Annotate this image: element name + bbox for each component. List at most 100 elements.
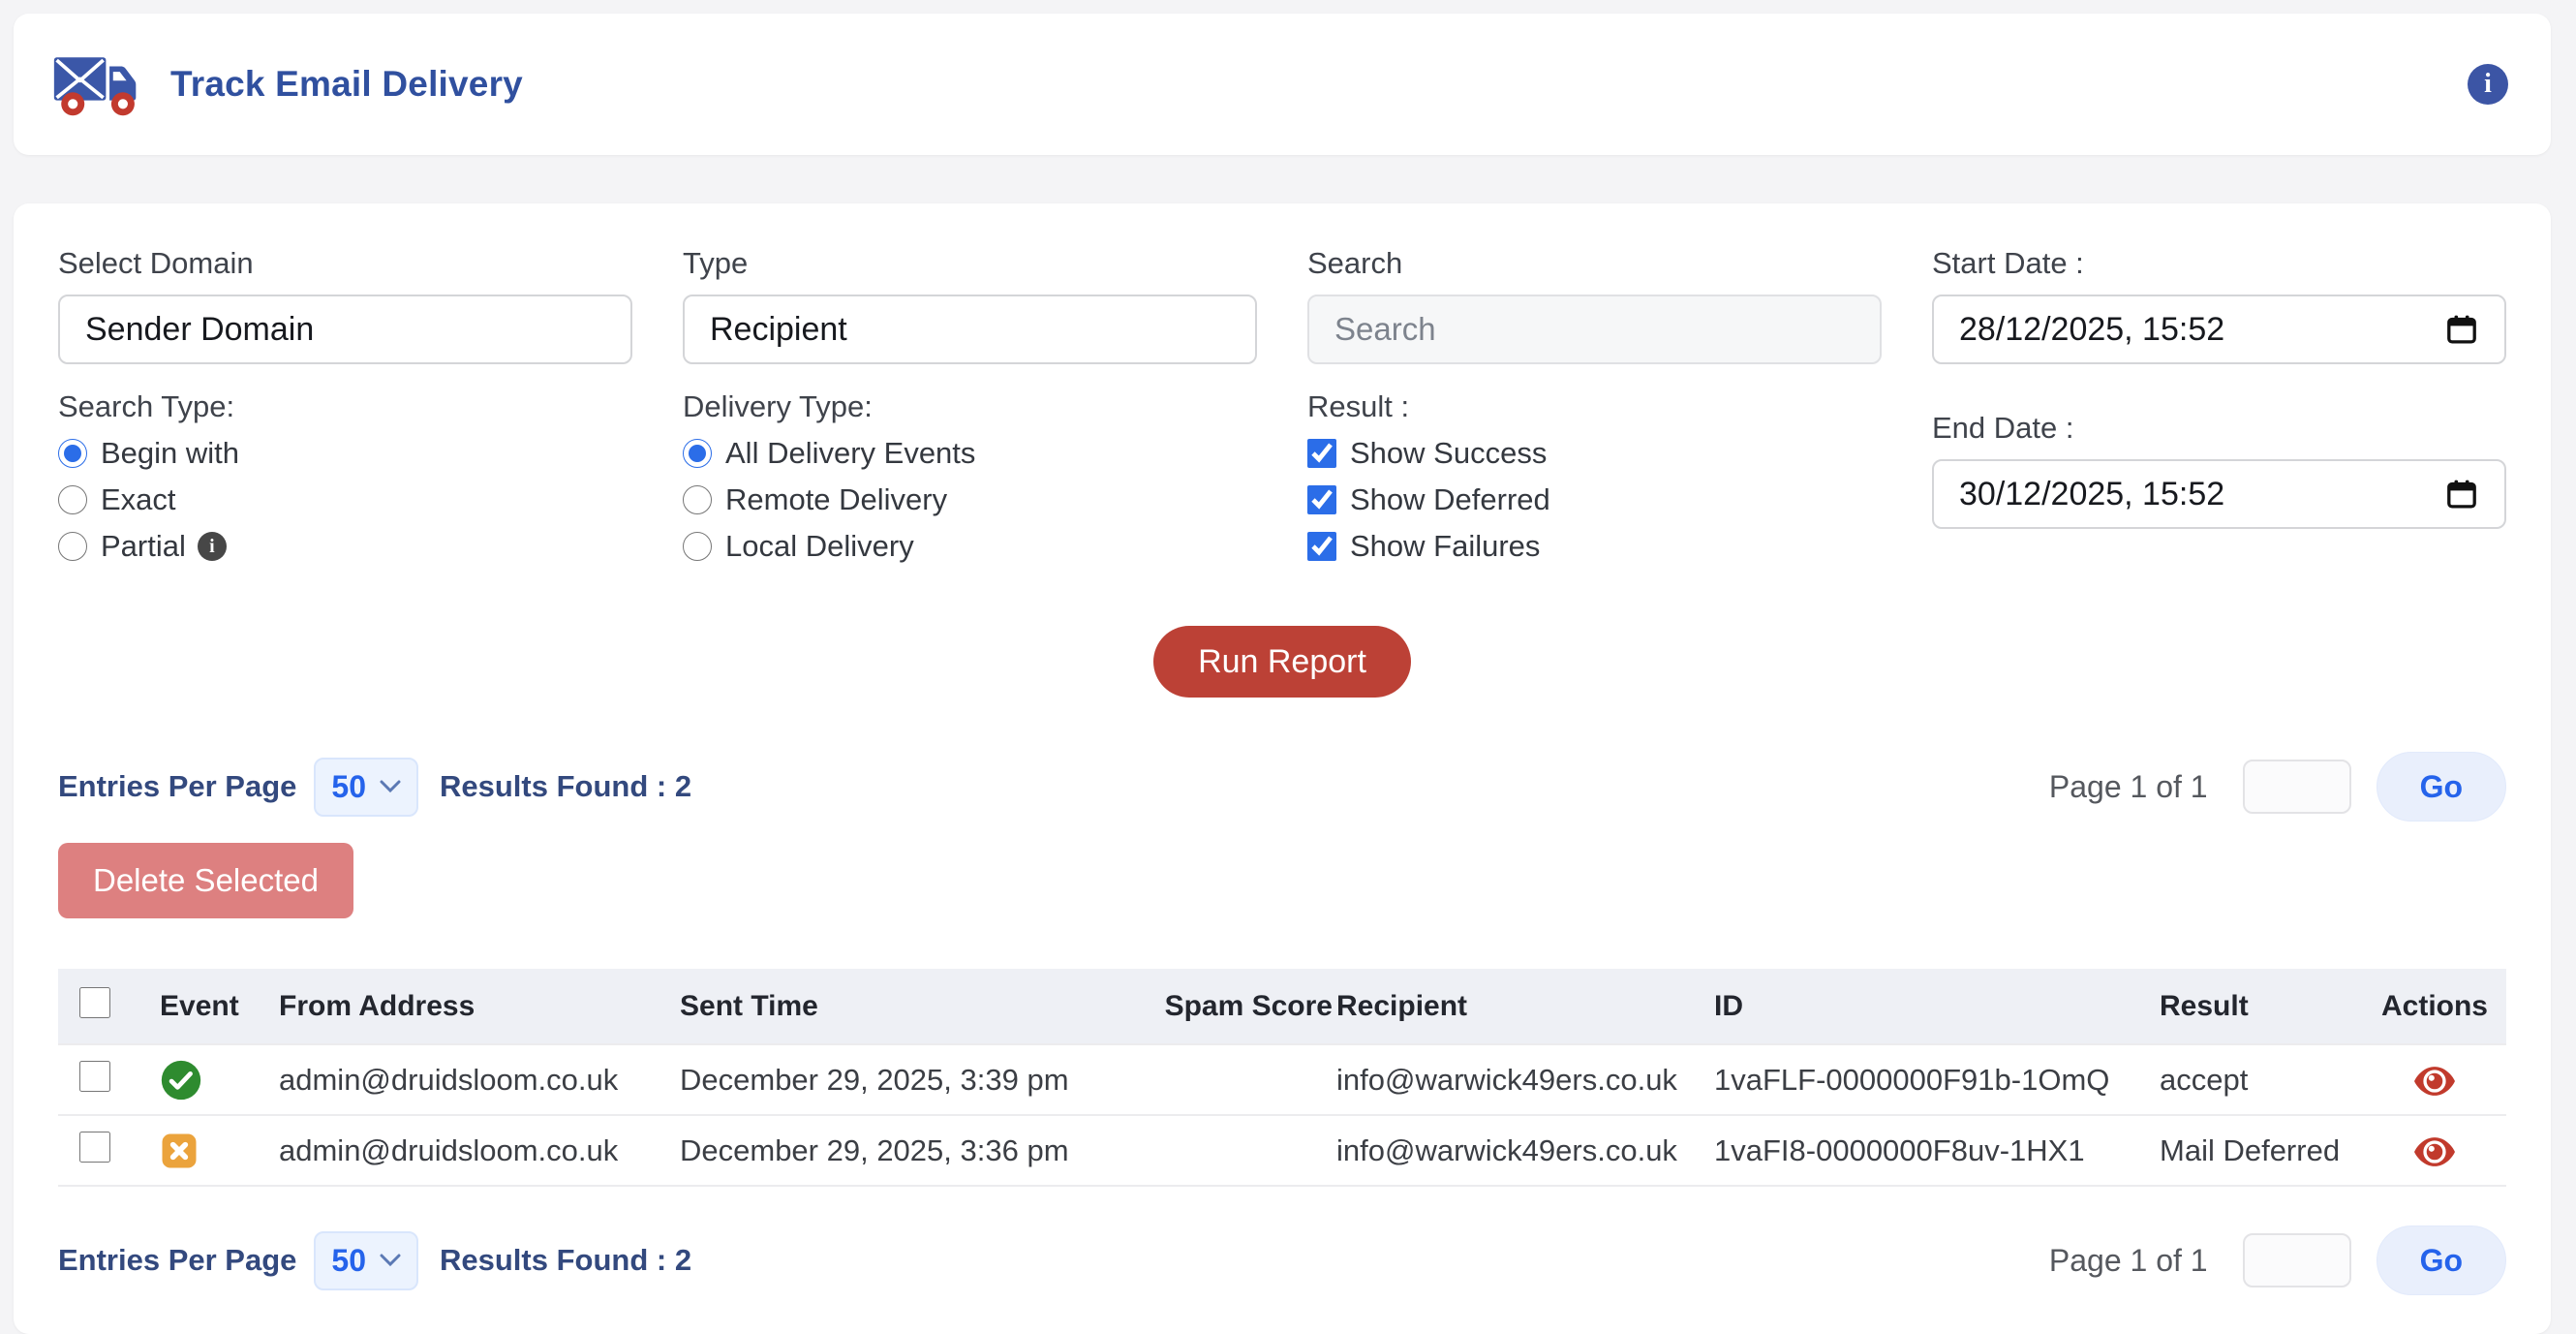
end-date-input[interactable]: 30/12/2025, 15:52 xyxy=(1932,459,2506,529)
start-date-input[interactable]: 28/12/2025, 15:52 xyxy=(1932,295,2506,364)
go-button[interactable]: Go xyxy=(2377,1225,2506,1295)
cell-sent-time: December 29, 2025, 3:39 pm xyxy=(680,1044,1114,1115)
column-header-sent-time: Sent Time xyxy=(680,969,1114,1044)
entries-per-page-label: Entries Per Page xyxy=(58,1243,296,1278)
search-field-wrap xyxy=(1307,295,1882,364)
type-select-value: Recipient xyxy=(710,311,847,349)
checkbox-show-deferred[interactable]: Show Deferred xyxy=(1307,482,1882,517)
column-header-id: ID xyxy=(1714,969,2160,1044)
delivery-type-label: Delivery Type: xyxy=(683,389,1257,424)
table-row: admin@druidsloom.co.uk December 29, 2025… xyxy=(58,1115,2506,1186)
cell-id: 1vaFI8-0000000F8uv-1HX1 xyxy=(1714,1115,2160,1186)
info-icon[interactable]: i xyxy=(2468,64,2508,105)
radio-partial[interactable]: Partial i xyxy=(58,529,632,564)
calendar-icon[interactable] xyxy=(2444,312,2479,347)
page-indicator: Page 1 of 1 xyxy=(2049,769,2208,805)
checkbox-show-failures-input[interactable] xyxy=(1307,532,1336,561)
checkbox-show-failures[interactable]: Show Failures xyxy=(1307,529,1882,564)
report-panel: Select Domain Sender Domain Search Type:… xyxy=(14,203,2551,1334)
cell-id: 1vaFLF-0000000F91b-1OmQ xyxy=(1714,1044,2160,1115)
type-group: Type Recipient Delivery Type: All Delive… xyxy=(683,246,1257,564)
entries-per-page-label: Entries Per Page xyxy=(58,769,296,804)
radio-all-delivery-events-input[interactable] xyxy=(683,439,712,468)
page-indicator: Page 1 of 1 xyxy=(2049,1243,2208,1279)
column-header-spam-score: Spam Score xyxy=(1114,969,1336,1044)
cell-spam-score xyxy=(1114,1044,1336,1115)
column-header-from-address: From Address xyxy=(279,969,680,1044)
view-details-eye-icon[interactable] xyxy=(2413,1136,2456,1167)
select-all-checkbox[interactable] xyxy=(79,987,110,1018)
entries-per-page-select[interactable]: 50 xyxy=(314,758,418,817)
toolbar-top: Entries Per Page 50 Results Found : 2 Pa… xyxy=(58,752,2506,822)
cell-from-address: admin@druidsloom.co.uk xyxy=(279,1115,680,1186)
success-check-icon xyxy=(160,1059,202,1101)
type-label: Type xyxy=(683,246,1257,281)
select-domain-label: Select Domain xyxy=(58,246,632,281)
radio-begin-with[interactable]: Begin with xyxy=(58,436,632,471)
results-found-label: Results Found : 2 xyxy=(440,769,691,804)
dates-group: Start Date : 28/12/2025, 15:52 End Date … xyxy=(1932,246,2506,564)
search-input[interactable] xyxy=(1334,311,1855,348)
radio-remote-delivery[interactable]: Remote Delivery xyxy=(683,482,1257,517)
search-group: Search Result : Show Success Show Deferr… xyxy=(1307,246,1882,564)
go-button[interactable]: Go xyxy=(2377,752,2506,822)
radio-all-delivery-events-label: All Delivery Events xyxy=(725,436,975,471)
entries-per-page-value: 50 xyxy=(331,1243,366,1279)
cell-result: accept xyxy=(2160,1044,2363,1115)
results-found-label: Results Found : 2 xyxy=(440,1243,691,1278)
toolbar-bottom: Entries Per Page 50 Results Found : 2 Pa… xyxy=(58,1225,2506,1295)
page-number-input[interactable] xyxy=(2243,1233,2351,1287)
radio-exact[interactable]: Exact xyxy=(58,482,632,517)
domain-select[interactable]: Sender Domain xyxy=(58,295,632,364)
checkbox-show-success-input[interactable] xyxy=(1307,439,1336,468)
cell-spam-score xyxy=(1114,1115,1336,1186)
cell-result: Mail Deferred xyxy=(2160,1115,2363,1186)
radio-all-delivery-events[interactable]: All Delivery Events xyxy=(683,436,1257,471)
run-report-button[interactable]: Run Report xyxy=(1153,626,1411,698)
cell-sent-time: December 29, 2025, 3:36 pm xyxy=(680,1115,1114,1186)
radio-begin-with-label: Begin with xyxy=(101,436,239,471)
type-select[interactable]: Recipient xyxy=(683,295,1257,364)
row-checkbox[interactable] xyxy=(79,1132,110,1163)
table-header-row: Event From Address Sent Time Spam Score … xyxy=(58,969,2506,1044)
table-row: admin@druidsloom.co.uk December 29, 2025… xyxy=(58,1044,2506,1115)
column-header-actions: Actions xyxy=(2363,969,2506,1044)
start-date-value: 28/12/2025, 15:52 xyxy=(1959,311,2224,349)
end-date-value: 30/12/2025, 15:52 xyxy=(1959,476,2224,513)
column-header-event: Event xyxy=(136,969,279,1044)
partial-info-icon[interactable]: i xyxy=(198,532,227,561)
radio-partial-input[interactable] xyxy=(58,532,87,561)
header-bar: Track Email Delivery i xyxy=(14,14,2551,155)
column-header-result: Result xyxy=(2160,969,2363,1044)
checkbox-show-deferred-label: Show Deferred xyxy=(1350,482,1550,517)
checkbox-show-deferred-input[interactable] xyxy=(1307,485,1336,514)
chevron-down-icon xyxy=(380,780,401,793)
select-domain-group: Select Domain Sender Domain Search Type:… xyxy=(58,246,632,564)
radio-local-delivery[interactable]: Local Delivery xyxy=(683,529,1257,564)
radio-exact-input[interactable] xyxy=(58,485,87,514)
deferred-x-icon xyxy=(160,1132,199,1170)
checkbox-show-failures-label: Show Failures xyxy=(1350,529,1540,564)
domain-select-value: Sender Domain xyxy=(85,311,314,349)
page-number-input[interactable] xyxy=(2243,760,2351,814)
row-checkbox[interactable] xyxy=(79,1061,110,1092)
start-date-label: Start Date : xyxy=(1932,246,2506,281)
page-title: Track Email Delivery xyxy=(170,64,523,105)
end-date-label: End Date : xyxy=(1932,411,2506,446)
entries-per-page-select[interactable]: 50 xyxy=(314,1231,418,1290)
radio-local-delivery-input[interactable] xyxy=(683,532,712,561)
view-details-eye-icon[interactable] xyxy=(2413,1066,2456,1097)
calendar-icon[interactable] xyxy=(2444,477,2479,512)
checkbox-show-success[interactable]: Show Success xyxy=(1307,436,1882,471)
mail-truck-logo-icon xyxy=(52,46,145,123)
delete-selected-button[interactable]: Delete Selected xyxy=(58,843,353,918)
column-header-recipient: Recipient xyxy=(1336,969,1714,1044)
result-label: Result : xyxy=(1307,389,1882,424)
radio-begin-with-input[interactable] xyxy=(58,439,87,468)
radio-local-delivery-label: Local Delivery xyxy=(725,529,914,564)
search-type-label: Search Type: xyxy=(58,389,632,424)
search-label: Search xyxy=(1307,246,1882,281)
cell-from-address: admin@druidsloom.co.uk xyxy=(279,1044,680,1115)
cell-recipient: info@warwick49ers.co.uk xyxy=(1336,1115,1714,1186)
radio-remote-delivery-input[interactable] xyxy=(683,485,712,514)
